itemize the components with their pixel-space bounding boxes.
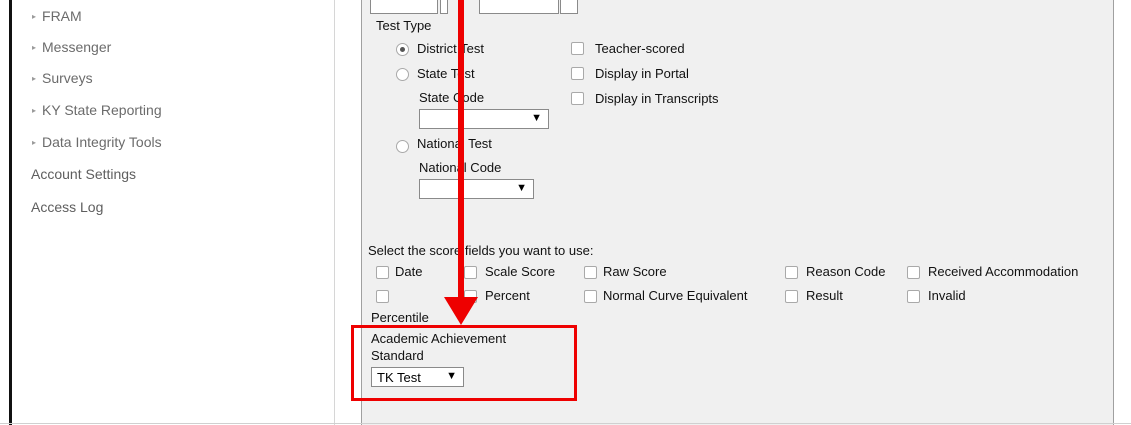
- expand-triangle-icon: ▸: [32, 74, 37, 83]
- state-test-radio[interactable]: [396, 68, 409, 81]
- percent-label: Percent: [485, 288, 530, 303]
- received-accommodation-label: Received Accommodation: [928, 264, 1079, 279]
- expand-triangle-icon: ▸: [32, 106, 37, 115]
- invalid-checkbox[interactable]: [907, 290, 920, 303]
- scale-score-checkbox[interactable]: [464, 266, 477, 279]
- dropdown-arrow-icon: ▼: [531, 112, 542, 124]
- sidebar-divider: [334, 0, 335, 425]
- expand-triangle-icon: ▸: [32, 12, 37, 21]
- sidebar-item-label: Data Integrity Tools: [42, 134, 162, 150]
- date-label: Date: [395, 264, 423, 279]
- top-field-2-button[interactable]: [560, 0, 578, 14]
- invalid-label: Invalid: [928, 288, 966, 303]
- sidebar-item-label: Surveys: [42, 70, 93, 86]
- percentile-checkbox[interactable]: [376, 290, 389, 303]
- result-checkbox[interactable]: [785, 290, 798, 303]
- national-test-label: National Test: [417, 136, 492, 151]
- display-in-transcripts-label: Display in Transcripts: [595, 91, 719, 106]
- percentile-label: Percentile: [371, 310, 429, 325]
- district-test-radio[interactable]: [396, 43, 409, 56]
- bottom-divider: [0, 423, 1131, 424]
- top-field-1-button[interactable]: [440, 0, 448, 14]
- sidebar-item-account-settings[interactable]: Account Settings: [31, 166, 136, 182]
- normal-curve-equivalent-checkbox[interactable]: [584, 290, 597, 303]
- display-in-portal-label: Display in Portal: [595, 66, 689, 81]
- state-test-label: State Test: [417, 66, 475, 81]
- received-accommodation-checkbox[interactable]: [907, 266, 920, 279]
- national-test-radio[interactable]: [396, 140, 409, 153]
- display-in-portal-checkbox[interactable]: [571, 67, 584, 80]
- annotation-arrow-shaft: [458, 0, 464, 298]
- reason-code-label: Reason Code: [806, 264, 886, 279]
- teacher-scored-label: Teacher-scored: [595, 41, 685, 56]
- normal-curve-equivalent-label: Normal Curve Equivalent: [603, 288, 748, 303]
- raw-score-checkbox[interactable]: [584, 266, 597, 279]
- district-test-label: District Test: [417, 41, 484, 56]
- sidebar-item-fram[interactable]: ▸ FRAM: [32, 8, 82, 24]
- sidebar-item-ky-state-reporting[interactable]: ▸ KY State Reporting: [32, 102, 162, 118]
- state-code-select[interactable]: ▼: [419, 109, 549, 129]
- score-fields-label: Select the score fields you want to use:: [368, 243, 594, 258]
- top-field-1[interactable]: [370, 0, 438, 14]
- sidebar-item-data-integrity-tools[interactable]: ▸ Data Integrity Tools: [32, 134, 162, 150]
- scale-score-label: Scale Score: [485, 264, 556, 279]
- expand-triangle-icon: ▸: [32, 43, 37, 52]
- sidebar-item-messenger[interactable]: ▸ Messenger: [32, 39, 111, 55]
- reason-code-checkbox[interactable]: [785, 266, 798, 279]
- top-field-2[interactable]: [479, 0, 559, 14]
- dropdown-arrow-icon: ▼: [516, 182, 527, 194]
- sidebar-item-access-log[interactable]: Access Log: [31, 199, 103, 215]
- date-checkbox[interactable]: [376, 266, 389, 279]
- result-label: Result: [806, 288, 843, 303]
- sidebar-item-label: KY State Reporting: [42, 102, 162, 118]
- raw-score-label: Raw Score: [603, 264, 667, 279]
- sidebar-item-surveys[interactable]: ▸ Surveys: [32, 70, 93, 86]
- display-in-transcripts-checkbox[interactable]: [571, 92, 584, 105]
- state-code-label: State Code: [419, 90, 485, 105]
- expand-triangle-icon: ▸: [32, 138, 37, 147]
- teacher-scored-checkbox[interactable]: [571, 42, 584, 55]
- sidebar-item-label: FRAM: [42, 8, 82, 24]
- sidebar-item-label: Messenger: [42, 39, 112, 55]
- national-code-select[interactable]: ▼: [419, 179, 534, 199]
- annotation-arrow-head-icon: [444, 297, 478, 325]
- annotation-highlight-box: [351, 325, 577, 401]
- test-type-label: Test Type: [376, 18, 432, 33]
